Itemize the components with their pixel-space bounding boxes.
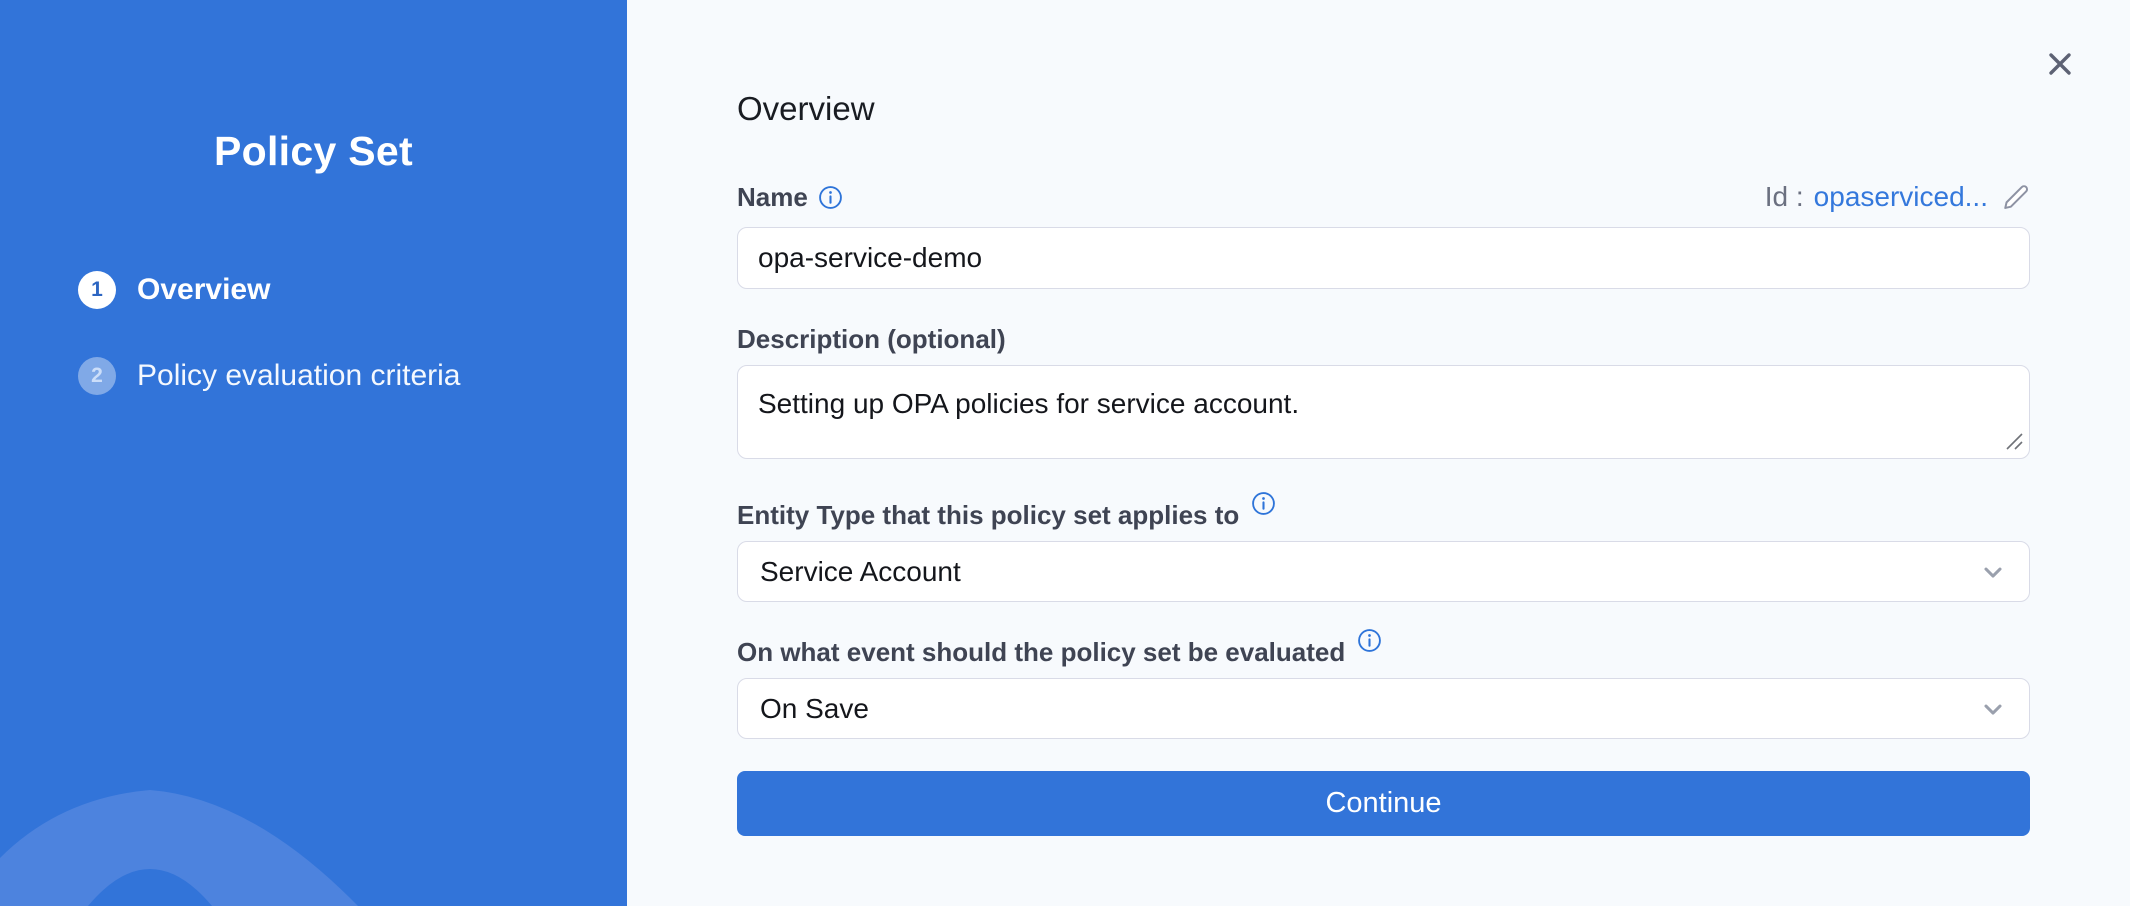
description-textarea[interactable]: Setting up OPA policies for service acco…: [737, 365, 2030, 459]
event-label-row: On what event should the policy set be e…: [737, 636, 2030, 668]
entity-type-value: Service Account: [760, 556, 961, 588]
event-select[interactable]: On Save: [737, 678, 2030, 739]
entity-type-label-row: Entity Type that this policy set applies…: [737, 499, 2030, 531]
step-1-badge: 1: [78, 271, 116, 309]
close-icon: [2044, 48, 2076, 80]
continue-button[interactable]: Continue: [737, 771, 2030, 836]
chevron-down-icon: [1979, 558, 2007, 586]
step-2-badge: 2: [78, 357, 116, 395]
edit-pencil-icon: [2002, 183, 2030, 211]
event-value: On Save: [760, 693, 869, 725]
description-label-row: Description (optional): [737, 322, 2030, 356]
wizard-sidebar: Policy Set 1 Overview 2 Policy evaluatio…: [0, 0, 627, 906]
wizard-steps: 1 Overview 2 Policy evaluation criteria: [0, 271, 627, 395]
id-prefix: Id :: [1765, 181, 1804, 213]
info-icon: [818, 185, 843, 210]
info-icon: [1357, 628, 1382, 653]
chevron-down-icon: [1979, 695, 2007, 723]
overview-panel: Overview Name Id : opaserviced...: [627, 0, 2130, 906]
resize-handle-icon[interactable]: [2006, 433, 2023, 450]
close-button[interactable]: [2040, 44, 2080, 84]
name-info-icon[interactable]: [818, 185, 843, 210]
edit-id-button[interactable]: [2002, 183, 2030, 211]
event-label: On what event should the policy set be e…: [737, 636, 1345, 668]
info-icon: [1251, 491, 1276, 516]
name-label: Name: [737, 181, 808, 213]
description-field: Setting up OPA policies for service acco…: [737, 365, 2030, 459]
event-info-icon[interactable]: [1357, 628, 1382, 653]
name-id-row: Name Id : opaserviced...: [737, 180, 2030, 214]
id-link[interactable]: opaserviced...: [1814, 181, 1988, 213]
step-2-label: Policy evaluation criteria: [137, 359, 460, 393]
entity-id-row: Id : opaserviced...: [1765, 181, 2030, 213]
wizard-title: Policy Set: [0, 0, 627, 175]
form-content: Overview Name Id : opaserviced...: [737, 0, 2030, 836]
step-overview[interactable]: 1 Overview: [78, 271, 627, 309]
description-label: Description (optional): [737, 323, 1006, 355]
step-policy-evaluation-criteria[interactable]: 2 Policy evaluation criteria: [78, 357, 627, 395]
entity-type-label: Entity Type that this policy set applies…: [737, 499, 1239, 531]
page-title: Overview: [737, 90, 2030, 128]
decorative-wave: [0, 706, 627, 906]
step-1-label: Overview: [137, 273, 270, 307]
name-input[interactable]: [737, 227, 2030, 289]
entity-type-info-icon[interactable]: [1251, 491, 1276, 516]
entity-type-select[interactable]: Service Account: [737, 541, 2030, 602]
